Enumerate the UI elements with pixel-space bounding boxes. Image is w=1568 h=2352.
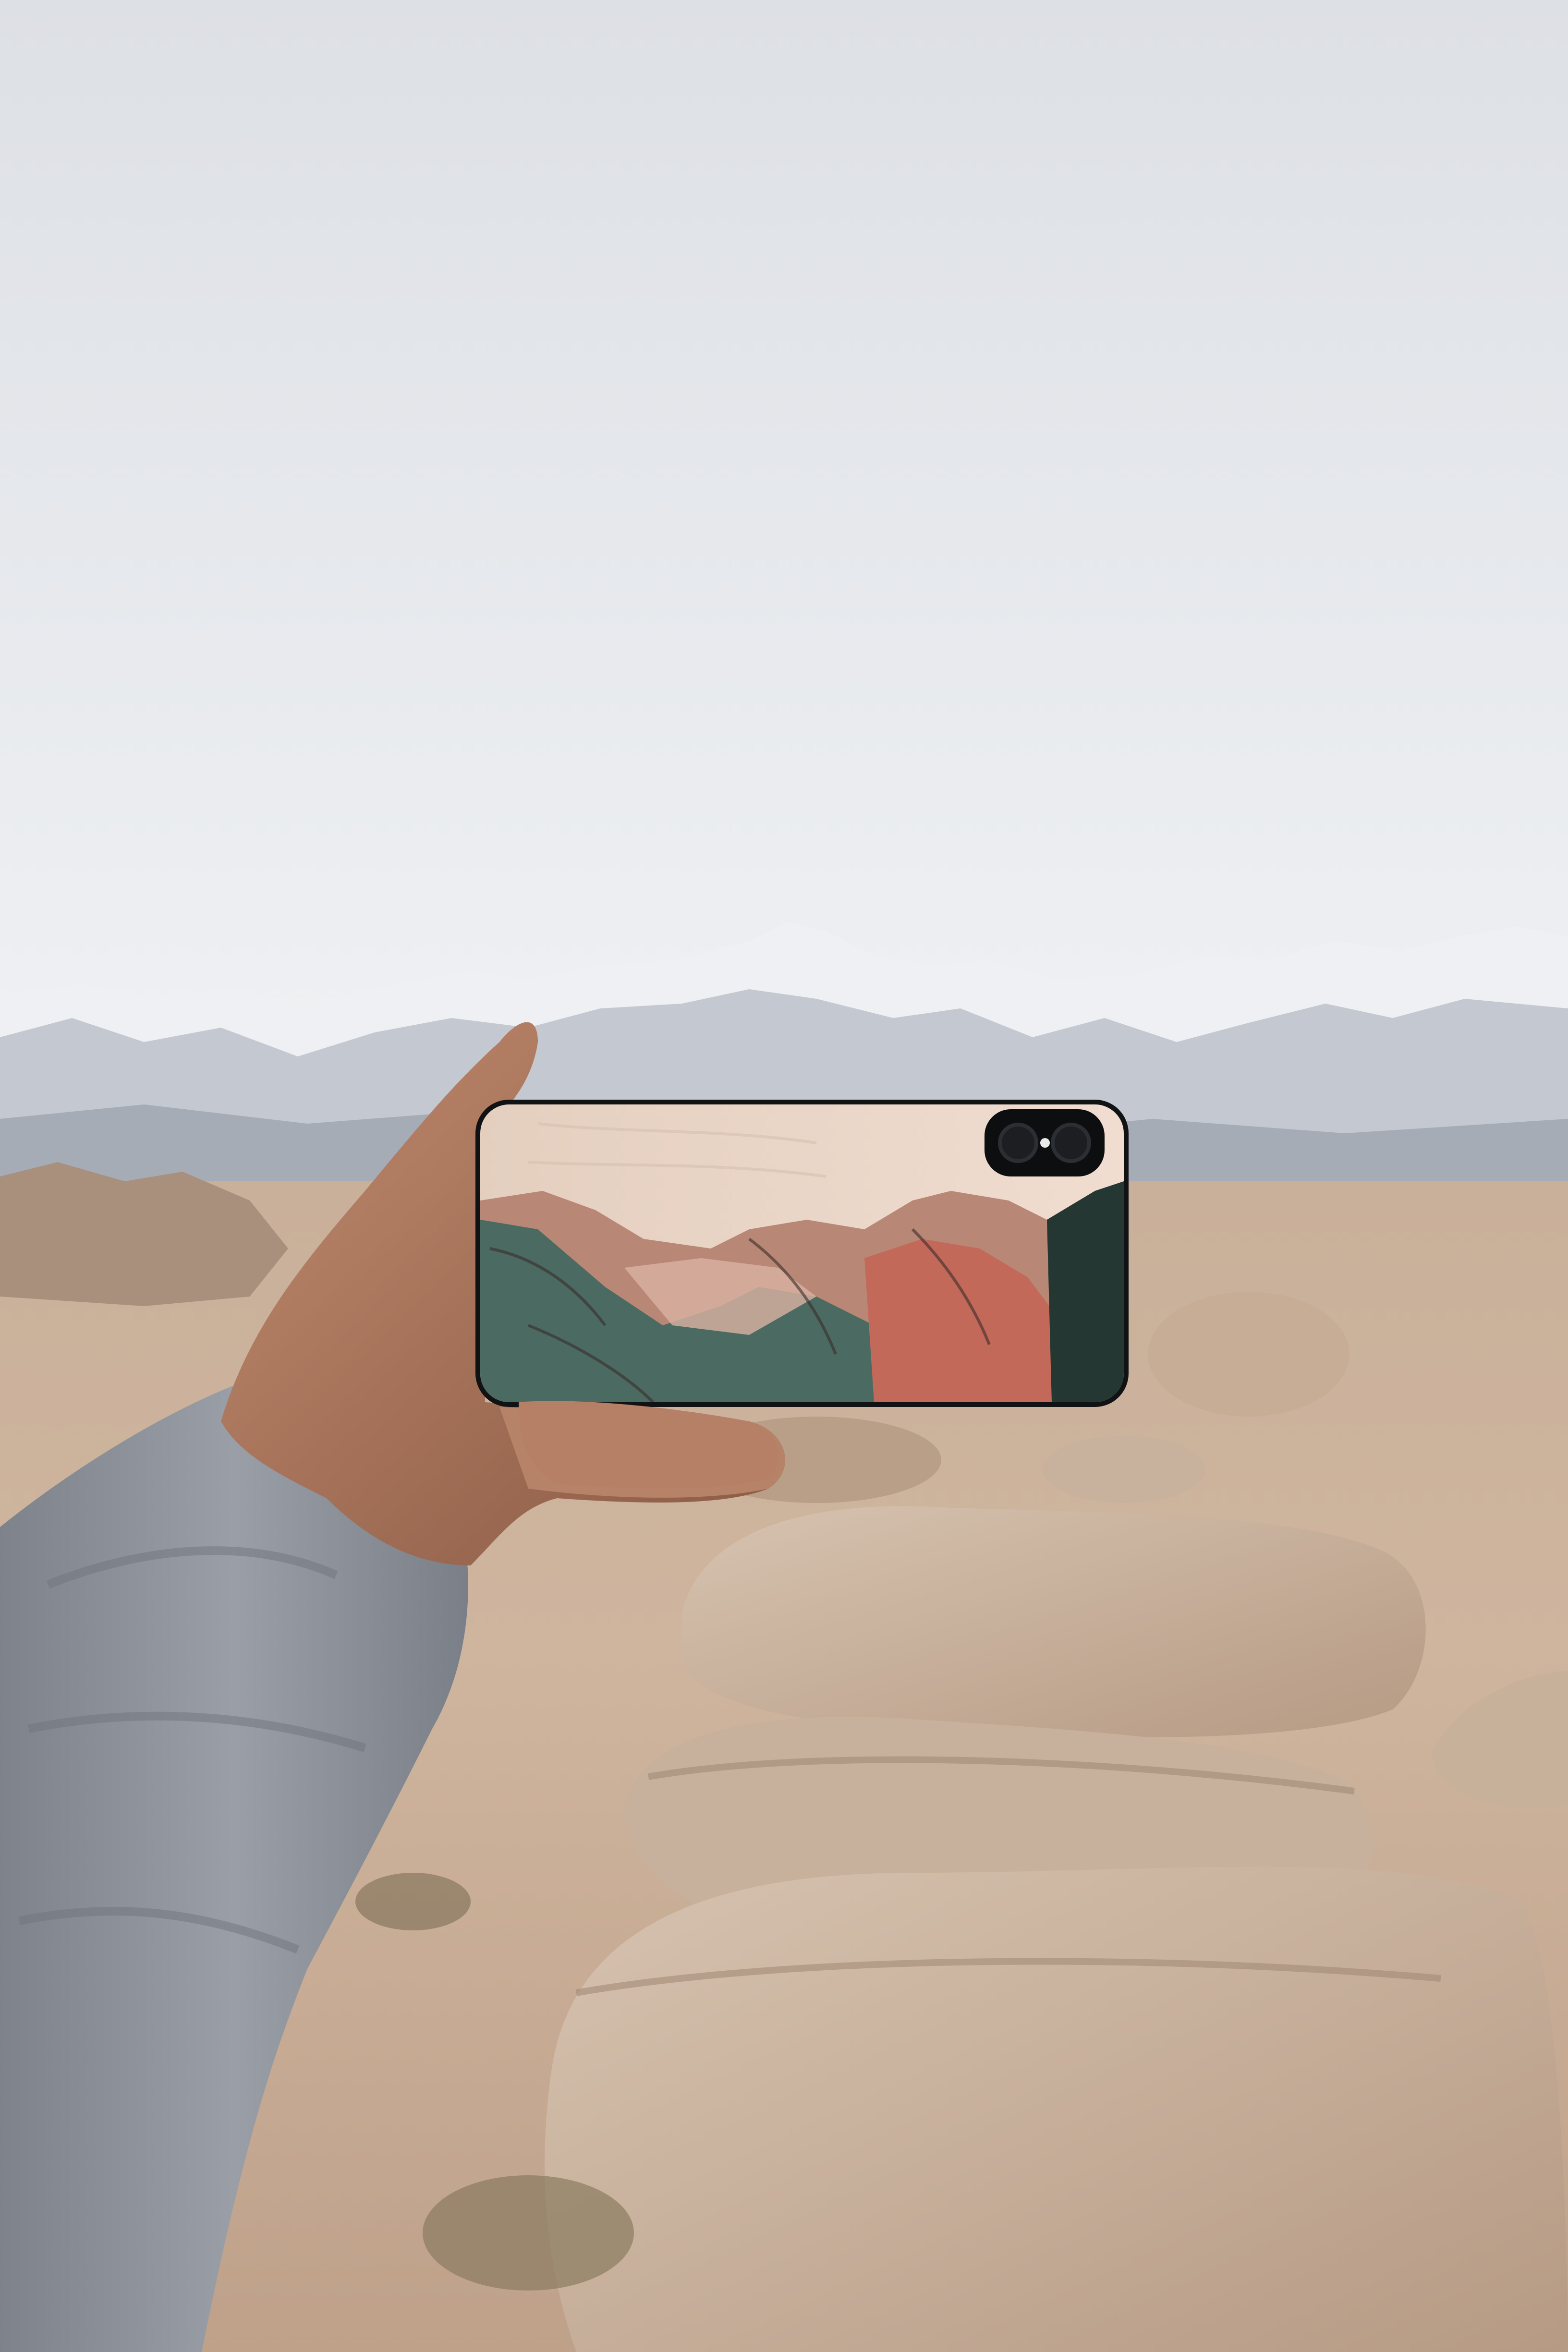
camera-lens-1 bbox=[998, 1123, 1038, 1163]
camera-lens-2 bbox=[1051, 1123, 1091, 1163]
boulder-large-front bbox=[545, 1867, 1568, 2352]
scrub-brush bbox=[423, 2175, 634, 2291]
scrub-brush-2 bbox=[355, 1873, 471, 1930]
sky bbox=[0, 0, 1568, 1032]
scene-illustration bbox=[0, 0, 1568, 2352]
art-canyon-dark bbox=[1047, 1181, 1124, 1402]
camera-flash bbox=[1040, 1138, 1050, 1148]
boulder-right-far bbox=[1148, 1292, 1349, 1417]
boulder-mid-small bbox=[1042, 1436, 1205, 1503]
photo-scene bbox=[0, 0, 1568, 2352]
phone bbox=[475, 1100, 1129, 1407]
boulder-large-top bbox=[682, 1506, 1426, 1737]
